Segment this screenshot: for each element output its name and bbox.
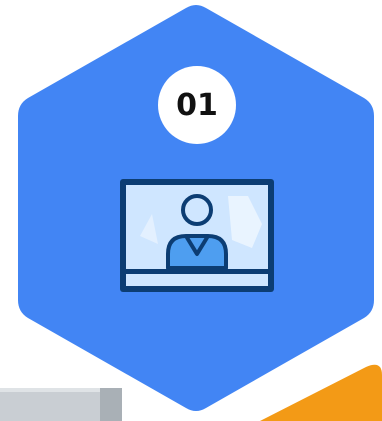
step-number-label: 01 [176,87,218,123]
step-number-badge: 01 [158,66,236,144]
background-photo-strip [0,388,122,421]
step-card-artwork [0,5,382,421]
step-card: 01 [0,0,382,421]
accent-corner-shape [260,364,382,421]
video-call-icon [120,179,274,292]
